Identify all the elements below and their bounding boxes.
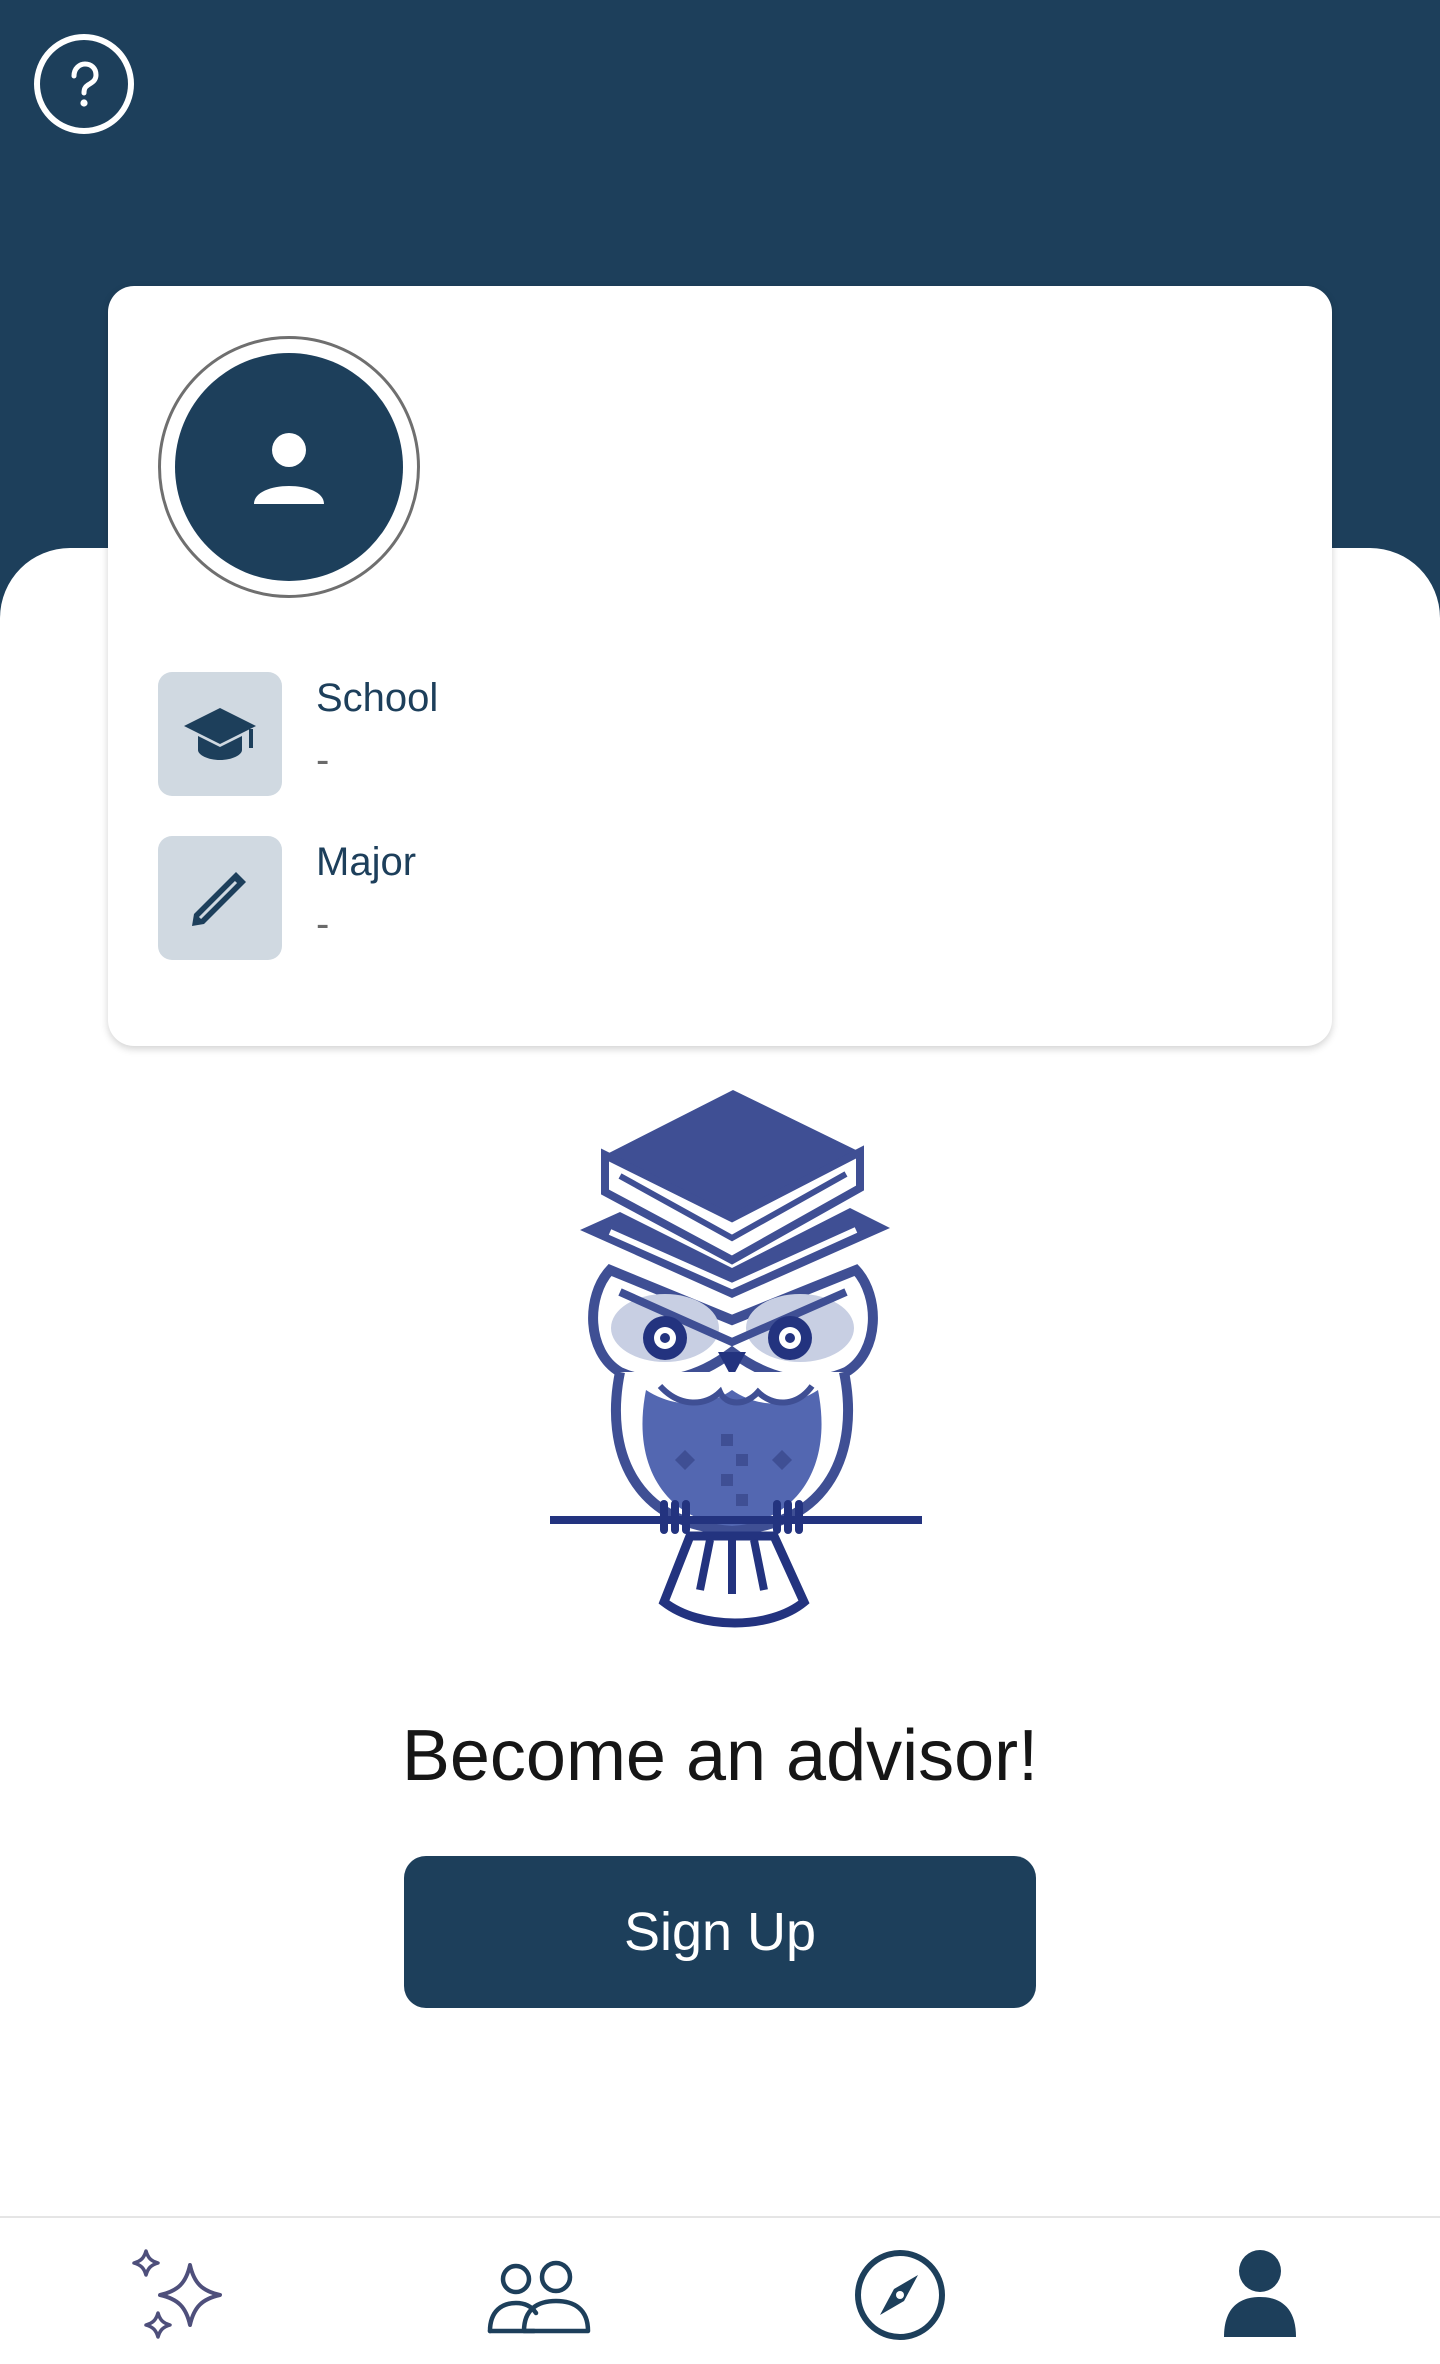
owl-graduate-icon [550,1090,922,1628]
school-value: - [316,738,330,782]
question-circle-icon [71,61,99,107]
major-label: Major [316,840,417,884]
avatar-circle [175,353,403,581]
school-row: School - [158,672,1258,796]
pencil-icon [192,872,246,926]
nav-item-explore[interactable] [840,2240,960,2350]
help-button[interactable] [34,34,134,134]
nav-item-discover[interactable] [122,2240,242,2350]
person-icon [1224,2250,1296,2337]
major-value: - [316,902,330,946]
school-label: School [316,676,439,720]
person-icon [254,433,324,504]
major-row: Major - [158,836,1258,960]
sparkles-icon [132,2249,222,2339]
major-icon-box [158,836,282,960]
graduation-cap-icon [184,708,256,760]
compass-icon [855,2250,945,2340]
bottom-nav [0,2216,1440,2364]
people-icon [487,2260,591,2334]
school-icon-box [158,672,282,796]
avatar[interactable] [158,336,420,598]
sign-up-button[interactable]: Sign Up [404,1856,1036,2008]
nav-item-people[interactable] [480,2240,600,2350]
nav-item-profile[interactable] [1200,2240,1320,2350]
advisor-cta-title: Become an advisor! [401,1716,1039,1796]
profile-card: School - Major - [108,286,1332,1046]
